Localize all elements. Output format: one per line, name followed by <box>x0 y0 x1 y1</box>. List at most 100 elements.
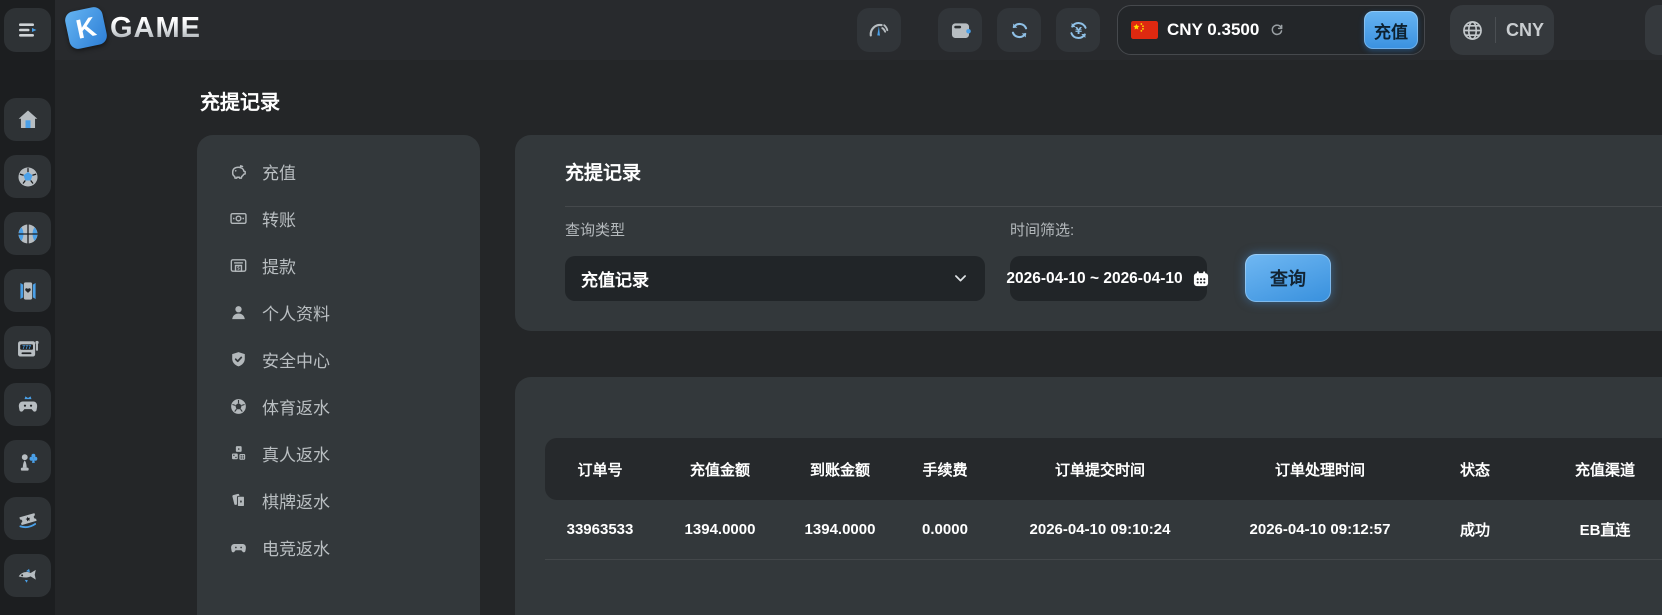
cell-submit-time: 2026-04-10 09:10:24 <box>995 521 1205 538</box>
hamburger-icon <box>16 18 40 42</box>
globe-icon <box>1460 18 1485 43</box>
rail-item-slots[interactable]: 777 <box>4 326 51 369</box>
china-flag-icon <box>1131 21 1158 39</box>
person-icon <box>228 302 249 323</box>
cell-fee: 0.0000 <box>895 521 995 538</box>
home-icon <box>15 107 41 133</box>
query-type-label: 查询类型 <box>565 219 625 240</box>
rail-item-fishing[interactable] <box>4 554 51 597</box>
menu-item-withdraw[interactable]: $ 提款 <box>197 242 480 289</box>
time-filter-label: 时间筛选: <box>1010 219 1074 240</box>
deposit-button[interactable]: 充值 <box>1364 11 1418 49</box>
currency-widget: CNY 0.3500 充值 <box>1117 5 1425 55</box>
date-range-input[interactable]: 2026-04-10 ~ 2026-04-10 <box>1010 256 1207 301</box>
selected-query-type: 充值记录 <box>581 266 952 291</box>
cell-deposit-amount: 1394.0000 <box>655 521 785 538</box>
slot-machine-icon: 777 <box>15 335 41 361</box>
chess-icon <box>15 449 41 475</box>
cut-off-button[interactable] <box>1645 5 1662 55</box>
column-header: 订单处理时间 <box>1205 459 1435 480</box>
rail-item-casino-cards[interactable] <box>4 269 51 312</box>
menu-item-security[interactable]: 安全中心 <box>197 336 480 383</box>
search-button[interactable]: 查询 <box>1245 254 1331 302</box>
table-row: 33963533 1394.0000 1394.0000 0.0000 2026… <box>545 500 1662 560</box>
selected-currency: CNY <box>1506 20 1544 41</box>
rail-item-esports[interactable] <box>4 383 51 426</box>
withdraw-icon: $ <box>228 255 249 276</box>
records-filter-card: 充提记录 查询类型 充值记录 时间筛选: 2026-04-10 ~ 2026-0… <box>515 135 1662 331</box>
wallet-icon <box>948 18 973 43</box>
svg-text:¥: ¥ <box>1075 26 1082 37</box>
game-controller-icon <box>228 537 249 558</box>
shield-check-icon <box>228 349 249 370</box>
menu-item-label: 个人资料 <box>262 300 330 325</box>
esports-controller-icon <box>15 392 41 418</box>
menu-item-esports-rebate[interactable]: 电竞返水 <box>197 524 480 571</box>
fish-icon <box>15 563 41 589</box>
app-window: K GAME <box>0 0 1662 615</box>
yen-exchange-icon: ¥ <box>1066 18 1091 43</box>
chevron-down-icon <box>952 270 969 287</box>
column-header: 手续费 <box>895 459 995 480</box>
column-header: 状态 <box>1435 459 1515 480</box>
column-header: 到账金额 <box>785 459 895 480</box>
page-title: 充提记录 <box>200 86 280 115</box>
table-header-row: 订单号 充值金额 到账金额 手续费 订单提交时间 订单处理时间 状态 充值渠道 <box>545 438 1662 500</box>
gauge-icon <box>866 17 892 43</box>
topbar: K GAME <box>55 0 1662 60</box>
menu-item-deposit[interactable]: 充值 <box>197 148 480 195</box>
refresh-button[interactable] <box>997 8 1041 52</box>
cell-order-id: 33963533 <box>545 521 655 538</box>
menu-item-label: 提款 <box>262 253 296 278</box>
menu-item-label: 安全中心 <box>262 347 330 372</box>
column-header: 充值渠道 <box>1515 459 1662 480</box>
menu-item-sports-rebate[interactable]: 体育返水 <box>197 383 480 430</box>
logo-text: GAME <box>110 12 201 45</box>
menu-item-transfer[interactable]: 转账 <box>197 195 480 242</box>
cell-process-time: 2026-04-10 09:12:57 <box>1205 521 1435 538</box>
icon-rail: 777 <box>0 0 55 615</box>
rail-item-lottery[interactable] <box>4 497 51 540</box>
wallet-button[interactable] <box>938 8 982 52</box>
menu-item-label: 充值 <box>262 159 296 184</box>
menu-item-live-rebate[interactable]: 真人返水 <box>197 430 480 477</box>
divider <box>1495 17 1496 43</box>
piggy-bank-icon <box>228 161 249 182</box>
dice-icon <box>228 443 249 464</box>
column-header: 订单号 <box>545 459 655 480</box>
currency-rate: CNY 0.3500 <box>1167 20 1259 40</box>
rail-item-soccer[interactable] <box>4 155 51 198</box>
svg-text:$: $ <box>237 266 240 271</box>
language-currency-switcher[interactable]: CNY <box>1450 5 1554 55</box>
cell-status: 成功 <box>1435 519 1515 540</box>
poker-cards-icon <box>228 490 249 511</box>
currency-exchange-button[interactable]: ¥ <box>1056 8 1100 52</box>
soccer-ball-icon <box>228 396 249 417</box>
rate-refresh-icon[interactable] <box>1268 21 1286 39</box>
menu-item-label: 棋牌返水 <box>262 488 330 513</box>
date-range-value: 2026-04-10 ~ 2026-04-10 <box>1006 270 1182 288</box>
query-type-select[interactable]: 充值记录 <box>565 256 985 301</box>
card-title: 充提记录 <box>565 158 641 185</box>
rail-item-basketball[interactable] <box>4 212 51 255</box>
gauge-button[interactable] <box>857 8 901 52</box>
soccer-ball-icon <box>15 164 41 190</box>
cell-channel: EB直连 <box>1515 519 1662 540</box>
column-header: 订单提交时间 <box>995 459 1205 480</box>
account-menu: 充值 转账 $ 提款 <box>197 135 480 615</box>
logo[interactable]: K GAME <box>67 9 201 47</box>
menu-item-label: 转账 <box>262 206 296 231</box>
calendar-icon <box>1191 269 1211 289</box>
records-table-card: 订单号 充值金额 到账金额 手续费 订单提交时间 订单处理时间 状态 充值渠道 … <box>515 377 1662 615</box>
poker-cards-icon <box>15 278 41 304</box>
menu-toggle-button[interactable] <box>4 8 51 52</box>
column-header: 充值金额 <box>655 459 785 480</box>
rail-item-chess[interactable] <box>4 440 51 483</box>
rail-item-home[interactable] <box>4 98 51 141</box>
menu-item-label: 真人返水 <box>262 441 330 466</box>
refresh-icon <box>1007 18 1032 43</box>
basketball-icon <box>15 221 41 247</box>
menu-item-profile[interactable]: 个人资料 <box>197 289 480 336</box>
menu-item-cards-rebate[interactable]: 棋牌返水 <box>197 477 480 524</box>
menu-item-label: 电竞返水 <box>262 535 330 560</box>
